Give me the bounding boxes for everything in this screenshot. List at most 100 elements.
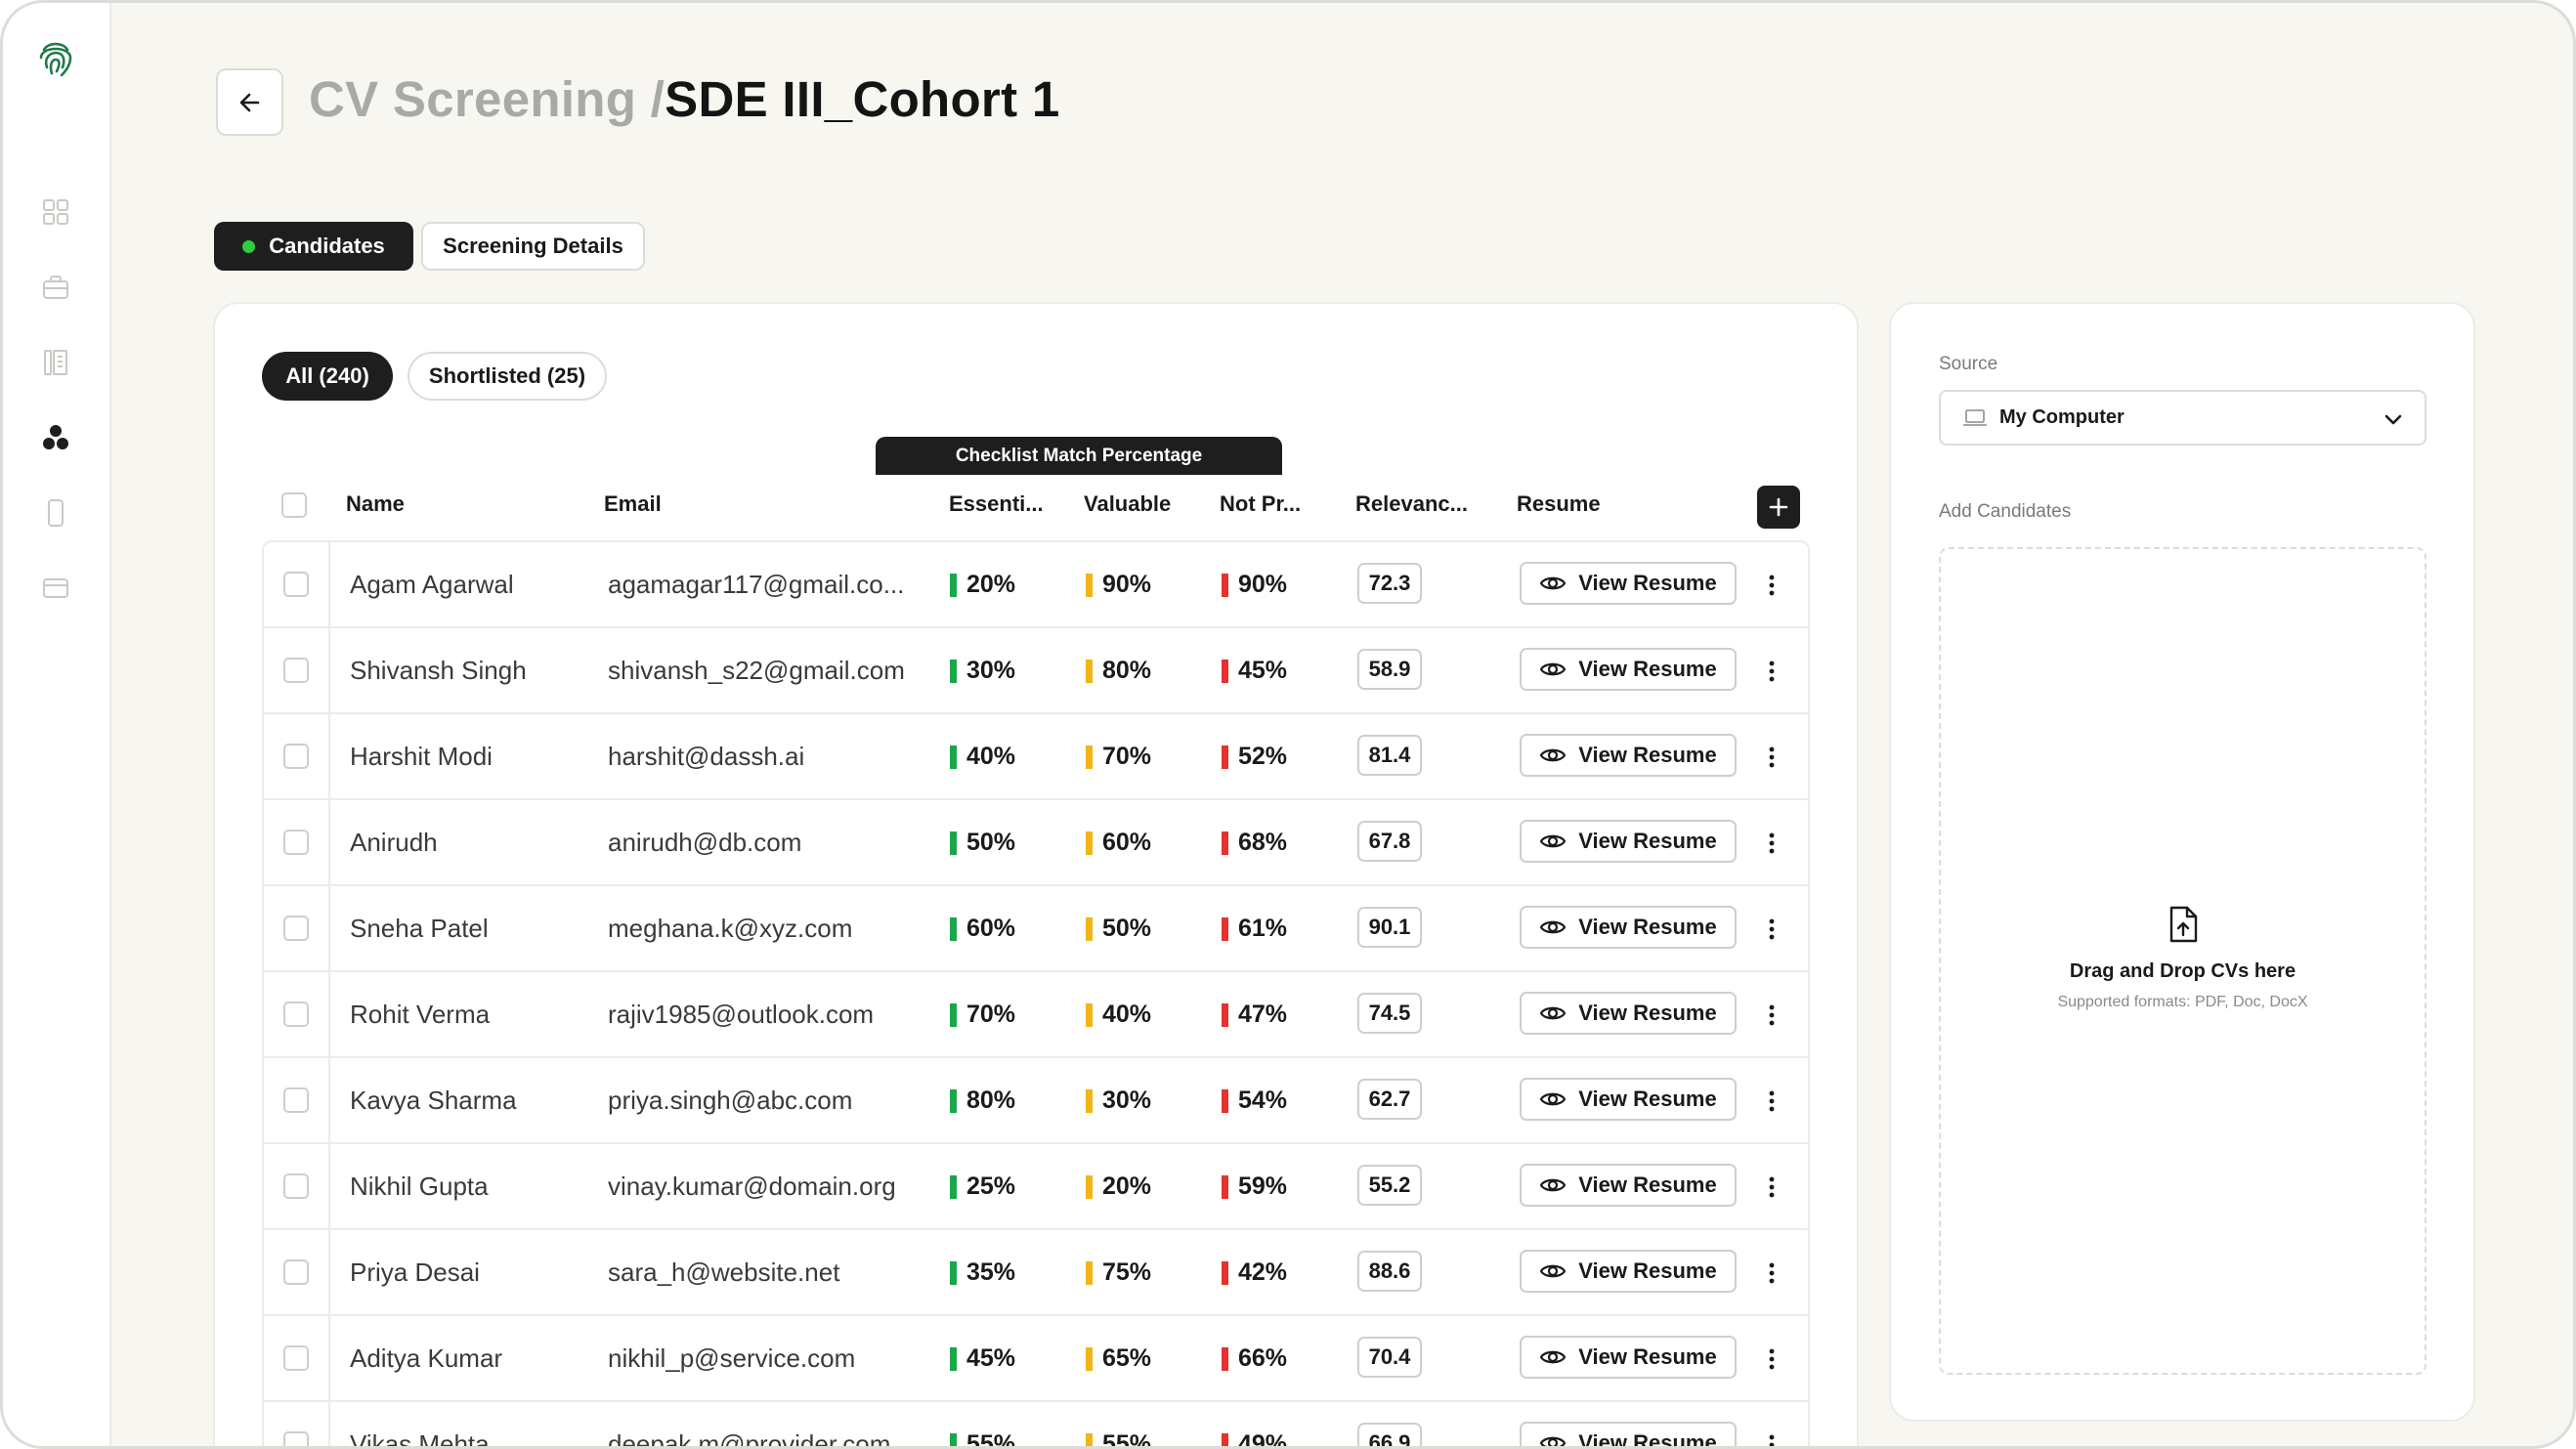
table-row[interactable]: Shivansh Singh shivansh_s22@gmail.com 30% 8… <box>264 628 1808 714</box>
app-window: CV Screening / SDE III_Cohort 1 Candidat… <box>0 0 2576 1449</box>
table-row[interactable]: Nikhil Gupta vinay.kumar@domain.org 25% 20%… <box>264 1144 1808 1230</box>
valuable-bar <box>1086 916 1093 941</box>
table-row[interactable]: Harshit Modi harshit@dassh.ai 40% 70% 52% 81.… <box>264 714 1808 800</box>
row-actions-button[interactable] <box>1759 1342 1784 1377</box>
row-actions-button[interactable] <box>1759 826 1784 861</box>
table-row[interactable]: Priya Desai sara_h@website.net 35% 75% 42% 88… <box>264 1230 1808 1316</box>
view-resume-button[interactable]: View Resume <box>1520 992 1737 1035</box>
table-row[interactable]: Vikas Mehta deepak.m@provider.com 55% 55% 49… <box>264 1402 1808 1446</box>
row-checkbox[interactable] <box>283 830 309 855</box>
row-actions-button[interactable] <box>1759 1084 1784 1119</box>
book-icon[interactable] <box>38 345 73 380</box>
row-checkbox[interactable] <box>283 1002 309 1027</box>
row-actions-button[interactable] <box>1759 568 1784 603</box>
not-preferred-bar <box>1222 1260 1228 1285</box>
valuable-metric: 60% <box>1086 800 1151 885</box>
view-resume-button[interactable]: View Resume <box>1520 648 1737 691</box>
candidates-table: Agam Agarwal agamagar117@gmail.co... 20% 90… <box>262 540 1810 1446</box>
table-row[interactable]: Kavya Sharma priya.singh@abc.com 80% 30% 54%… <box>264 1058 1808 1144</box>
view-resume-label: View Resume <box>1578 915 1717 939</box>
add-column-button[interactable] <box>1757 486 1800 529</box>
row-checkbox[interactable] <box>283 1431 309 1446</box>
row-checkbox[interactable] <box>283 1259 309 1285</box>
filter-shortlisted[interactable]: Shortlisted (25) <box>408 352 607 401</box>
not-preferred-value: 42% <box>1238 1258 1288 1286</box>
phone-icon[interactable] <box>38 495 73 531</box>
row-checkbox-cell <box>264 972 330 1057</box>
row-actions-button[interactable] <box>1759 1256 1784 1291</box>
source-select[interactable]: My Computer <box>1939 390 2426 446</box>
view-resume-button[interactable]: View Resume <box>1520 820 1737 863</box>
candidate-email: agamagar117@gmail.co... <box>608 570 905 599</box>
more-vertical-icon <box>1769 1176 1775 1198</box>
valuable-metric: 50% <box>1086 886 1151 971</box>
row-checkbox[interactable] <box>283 1345 309 1371</box>
candidate-name: Priya Desai <box>350 1257 480 1287</box>
row-checkbox-cell <box>264 1058 330 1143</box>
view-resume-button[interactable]: View Resume <box>1520 1250 1737 1293</box>
filter-all[interactable]: All (240) <box>262 352 393 401</box>
valuable-value: 70% <box>1102 743 1152 770</box>
table-row[interactable]: Anirudh anirudh@db.com 50% 60% 68% 67.8 View R… <box>264 800 1808 886</box>
table-row[interactable]: Rohit Verma rajiv1985@outlook.com 70% 40% 47… <box>264 972 1808 1058</box>
arrow-left-icon <box>239 93 259 111</box>
users-icon[interactable] <box>38 420 73 455</box>
view-resume-button[interactable]: View Resume <box>1520 1336 1737 1379</box>
essential-metric: 40% <box>950 714 1015 799</box>
column-header-email[interactable]: Email <box>604 488 662 521</box>
column-header-resume[interactable]: Resume <box>1517 488 1601 521</box>
briefcase-icon[interactable] <box>38 270 73 305</box>
candidate-name: Shivansh Singh <box>350 656 527 685</box>
essential-bar <box>950 745 957 769</box>
view-resume-button[interactable]: View Resume <box>1520 734 1737 777</box>
more-vertical-icon <box>1769 1090 1775 1112</box>
essential-bar <box>950 1432 957 1446</box>
view-resume-label: View Resume <box>1578 829 1717 853</box>
select-all-checkbox[interactable] <box>281 492 307 518</box>
column-header-essential[interactable]: Essenti... <box>949 488 1044 521</box>
card-icon[interactable] <box>38 571 73 606</box>
row-actions-button[interactable] <box>1759 1428 1784 1446</box>
table-row[interactable]: Aditya Kumar nikhil_p@service.com 45% 65% 66… <box>264 1316 1808 1402</box>
not-preferred-bar <box>1222 1002 1228 1027</box>
row-checkbox-cell <box>264 1230 330 1315</box>
grid-icon[interactable] <box>38 194 73 230</box>
back-button[interactable] <box>216 68 283 136</box>
essential-metric: 70% <box>950 972 1015 1057</box>
row-actions-button[interactable] <box>1759 1170 1784 1205</box>
column-header-not-preferred[interactable]: Not Pr... <box>1220 488 1301 521</box>
row-actions-button[interactable] <box>1759 740 1784 775</box>
view-resume-button[interactable]: View Resume <box>1520 1422 1737 1446</box>
not-preferred-value: 52% <box>1238 743 1288 770</box>
fingerprint-logo-icon[interactable] <box>36 36 75 79</box>
not-preferred-metric: 66% <box>1222 1316 1287 1401</box>
row-checkbox[interactable] <box>283 1087 309 1113</box>
tab-candidates[interactable]: Candidates <box>214 222 413 271</box>
column-header-valuable[interactable]: Valuable <box>1084 488 1171 521</box>
view-resume-button[interactable]: View Resume <box>1520 1164 1737 1207</box>
breadcrumb-parent[interactable]: CV Screening / <box>309 70 665 128</box>
column-header-relevance[interactable]: Relevanc... <box>1355 488 1468 521</box>
view-resume-button[interactable]: View Resume <box>1520 1078 1737 1121</box>
tab-screening-details[interactable]: Screening Details <box>421 222 645 271</box>
candidate-name: Harshit Modi <box>350 742 493 771</box>
row-checkbox[interactable] <box>283 1173 309 1199</box>
row-checkbox[interactable] <box>283 744 309 769</box>
row-actions-button[interactable] <box>1759 912 1784 947</box>
candidate-email: rajiv1985@outlook.com <box>608 1000 875 1029</box>
table-row[interactable]: Sneha Patel meghana.k@xyz.com 60% 50% 61% 90.… <box>264 886 1808 972</box>
eye-icon <box>1539 1092 1567 1106</box>
view-resume-button[interactable]: View Resume <box>1520 906 1737 949</box>
row-checkbox[interactable] <box>283 572 309 597</box>
not-preferred-value: 47% <box>1238 1001 1288 1028</box>
row-actions-button[interactable] <box>1759 998 1784 1033</box>
not-preferred-bar <box>1222 831 1228 855</box>
row-actions-button[interactable] <box>1759 654 1784 689</box>
view-resume-button[interactable]: View Resume <box>1520 562 1737 605</box>
row-checkbox[interactable] <box>283 658 309 683</box>
essential-value: 30% <box>966 657 1016 684</box>
row-checkbox[interactable] <box>283 916 309 941</box>
valuable-metric: 90% <box>1086 542 1151 627</box>
column-header-name[interactable]: Name <box>346 488 405 521</box>
table-row[interactable]: Agam Agarwal agamagar117@gmail.co... 20% 90… <box>264 542 1808 628</box>
